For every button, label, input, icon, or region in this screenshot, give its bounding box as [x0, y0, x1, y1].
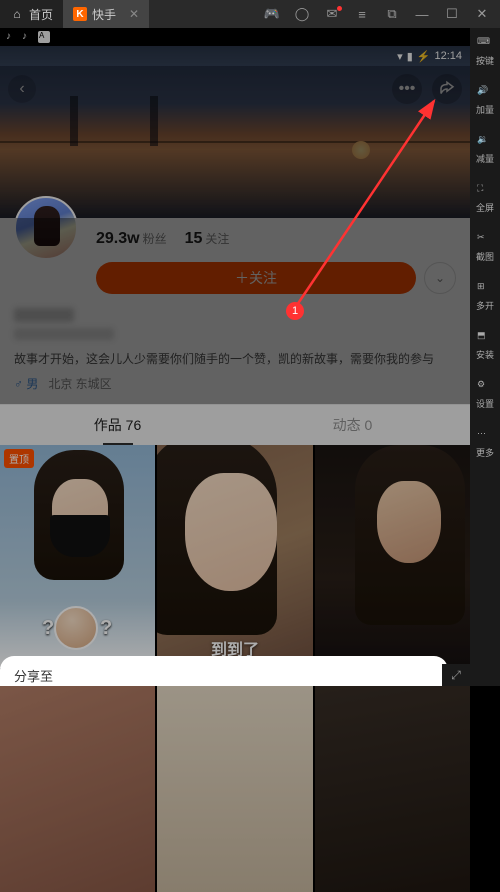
pin-badge: 置顶 — [4, 449, 34, 468]
username-redacted — [14, 308, 74, 322]
fullscreen-icon: ⛶ — [477, 183, 493, 199]
tab-home-label: 首页 — [29, 6, 53, 23]
emulator-sidebar: ⌨按键 🔊加量 🔉减量 ⛶全屏 ✂截图 ⊞多开 ⬒安装 ⚙设置 ⋯更多 — [470, 28, 500, 686]
profile-info-row: ♂ 男 北京 东城区 — [14, 375, 456, 392]
tiktok-mini-icon[interactable]: ♪ — [22, 31, 34, 43]
side-keyboard[interactable]: ⌨按键 — [476, 36, 494, 67]
tab-kuaishou-label: 快手 — [92, 6, 116, 23]
following-stat[interactable]: 15关注 — [185, 230, 230, 248]
profile-bio: 故事才开始，这会儿人少需要你们随手的一个赞，凯的新故事，需要你我的参与 — [14, 350, 456, 367]
workspace: ♪ ♪ A ▾ ▮ ⚡ 12:14 ‹ ••• — [0, 28, 500, 686]
multi-icon: ⊞ — [477, 281, 493, 297]
video-thumb-4[interactable] — [0, 670, 155, 892]
side-screenshot[interactable]: ✂截图 — [476, 232, 494, 263]
gamepad-icon[interactable]: 🎮 — [262, 4, 282, 24]
side-install[interactable]: ⬒安装 — [476, 330, 494, 361]
share-icon — [438, 80, 456, 98]
user-icon[interactable]: ◯ — [292, 4, 312, 24]
profile-stats: 29.3w粉丝 15关注 — [96, 218, 456, 248]
annotation-badge: 1 — [286, 302, 304, 320]
video-thumb-5[interactable] — [157, 670, 312, 892]
gear-icon: ⚙ — [477, 379, 493, 395]
titlebar-actions: 🎮 ◯ ✉ ≡ ⧉ — ☐ ✕ — [262, 4, 500, 24]
maximize-icon[interactable]: ☐ — [442, 4, 462, 24]
fans-stat[interactable]: 29.3w粉丝 — [96, 230, 167, 248]
dots-icon: ⋯ — [477, 428, 493, 444]
video-thumb-3[interactable] — [315, 445, 470, 668]
close-window-icon[interactable]: ✕ — [472, 4, 492, 24]
side-fullscreen[interactable]: ⛶全屏 — [476, 183, 494, 214]
rocket-icon[interactable]: ♪ — [6, 31, 18, 43]
resize-handle[interactable]: ⤢ — [442, 664, 470, 686]
signal-icon: ▮ — [407, 50, 413, 63]
status-time: 12:14 — [434, 50, 462, 62]
following-label: 关注 — [205, 232, 229, 246]
menu-icon[interactable]: ≡ — [352, 4, 372, 24]
inset-avatar — [54, 606, 98, 650]
video-thumb-1[interactable]: ?? 置顶 — [0, 445, 155, 668]
share-button[interactable] — [432, 74, 462, 104]
side-multi[interactable]: ⊞多开 — [476, 281, 494, 312]
back-button[interactable]: ‹ — [8, 75, 36, 103]
video-thumb-2[interactable]: 到到了 — [157, 445, 312, 668]
share-sheet[interactable]: 分享至 — [0, 656, 448, 686]
profile-section: 29.3w粉丝 15关注 ＋关注 ⌄ 故事才开始，这会儿人少需要你们随手的一个赞… — [0, 218, 470, 404]
video-thumb-6[interactable] — [315, 670, 470, 892]
tab-moments[interactable]: 动态 0 — [235, 405, 470, 445]
fans-count: 29.3w — [96, 230, 140, 247]
tab-home[interactable]: ⌂ 首页 — [0, 0, 63, 28]
kuaishou-icon: K — [73, 7, 87, 21]
mail-icon[interactable]: ✉ — [322, 4, 342, 24]
scissors-icon: ✂ — [477, 232, 493, 248]
emulator-screen: ♪ ♪ A ▾ ▮ ⚡ 12:14 ‹ ••• — [0, 28, 470, 686]
follow-button[interactable]: ＋关注 — [96, 262, 416, 294]
side-settings[interactable]: ⚙设置 — [476, 379, 494, 410]
window-titlebar: ⌂ 首页 K 快手 ✕ 🎮 ◯ ✉ ≡ ⧉ — ☐ ✕ — [0, 0, 500, 28]
expand-button[interactable]: ⌄ — [424, 262, 456, 294]
side-more[interactable]: ⋯更多 — [476, 428, 494, 459]
tab-works[interactable]: 作品 76 — [0, 405, 235, 445]
fans-label: 粉丝 — [143, 232, 167, 246]
volume-up-icon: 🔊 — [477, 85, 493, 101]
avatar[interactable] — [14, 196, 78, 260]
tab-close-icon[interactable]: ✕ — [129, 7, 139, 21]
minimize-icon[interactable]: — — [412, 4, 432, 24]
emulator-mini-bar: ♪ ♪ A — [0, 28, 470, 46]
more-options-button[interactable]: ••• — [392, 74, 422, 104]
shrink-icon[interactable]: ⧉ — [382, 4, 402, 24]
userid-redacted — [14, 328, 114, 340]
volume-down-icon: 🔉 — [477, 134, 493, 150]
side-volume-down[interactable]: 🔉减量 — [476, 134, 494, 165]
profile-cover: ‹ ••• — [0, 66, 470, 218]
tab-kuaishou[interactable]: K 快手 ✕ — [63, 0, 149, 28]
battery-icon: ⚡ — [417, 50, 431, 63]
wifi-icon: ▾ — [397, 50, 403, 63]
share-sheet-title: 分享至 — [14, 669, 53, 684]
keyboard-icon: ⌨ — [477, 36, 493, 52]
following-count: 15 — [185, 230, 203, 247]
side-volume-up[interactable]: 🔊加量 — [476, 85, 494, 116]
phone-status-bar: ▾ ▮ ⚡ 12:14 — [0, 46, 470, 66]
gender-badge: ♂ 男 — [14, 375, 38, 392]
home-icon: ⌂ — [10, 7, 24, 21]
profile-tabs: 作品 76 动态 0 — [0, 404, 470, 445]
badge-a-icon[interactable]: A — [38, 31, 50, 43]
location-text: 北京 东城区 — [48, 375, 111, 392]
apk-icon: ⬒ — [477, 330, 493, 346]
